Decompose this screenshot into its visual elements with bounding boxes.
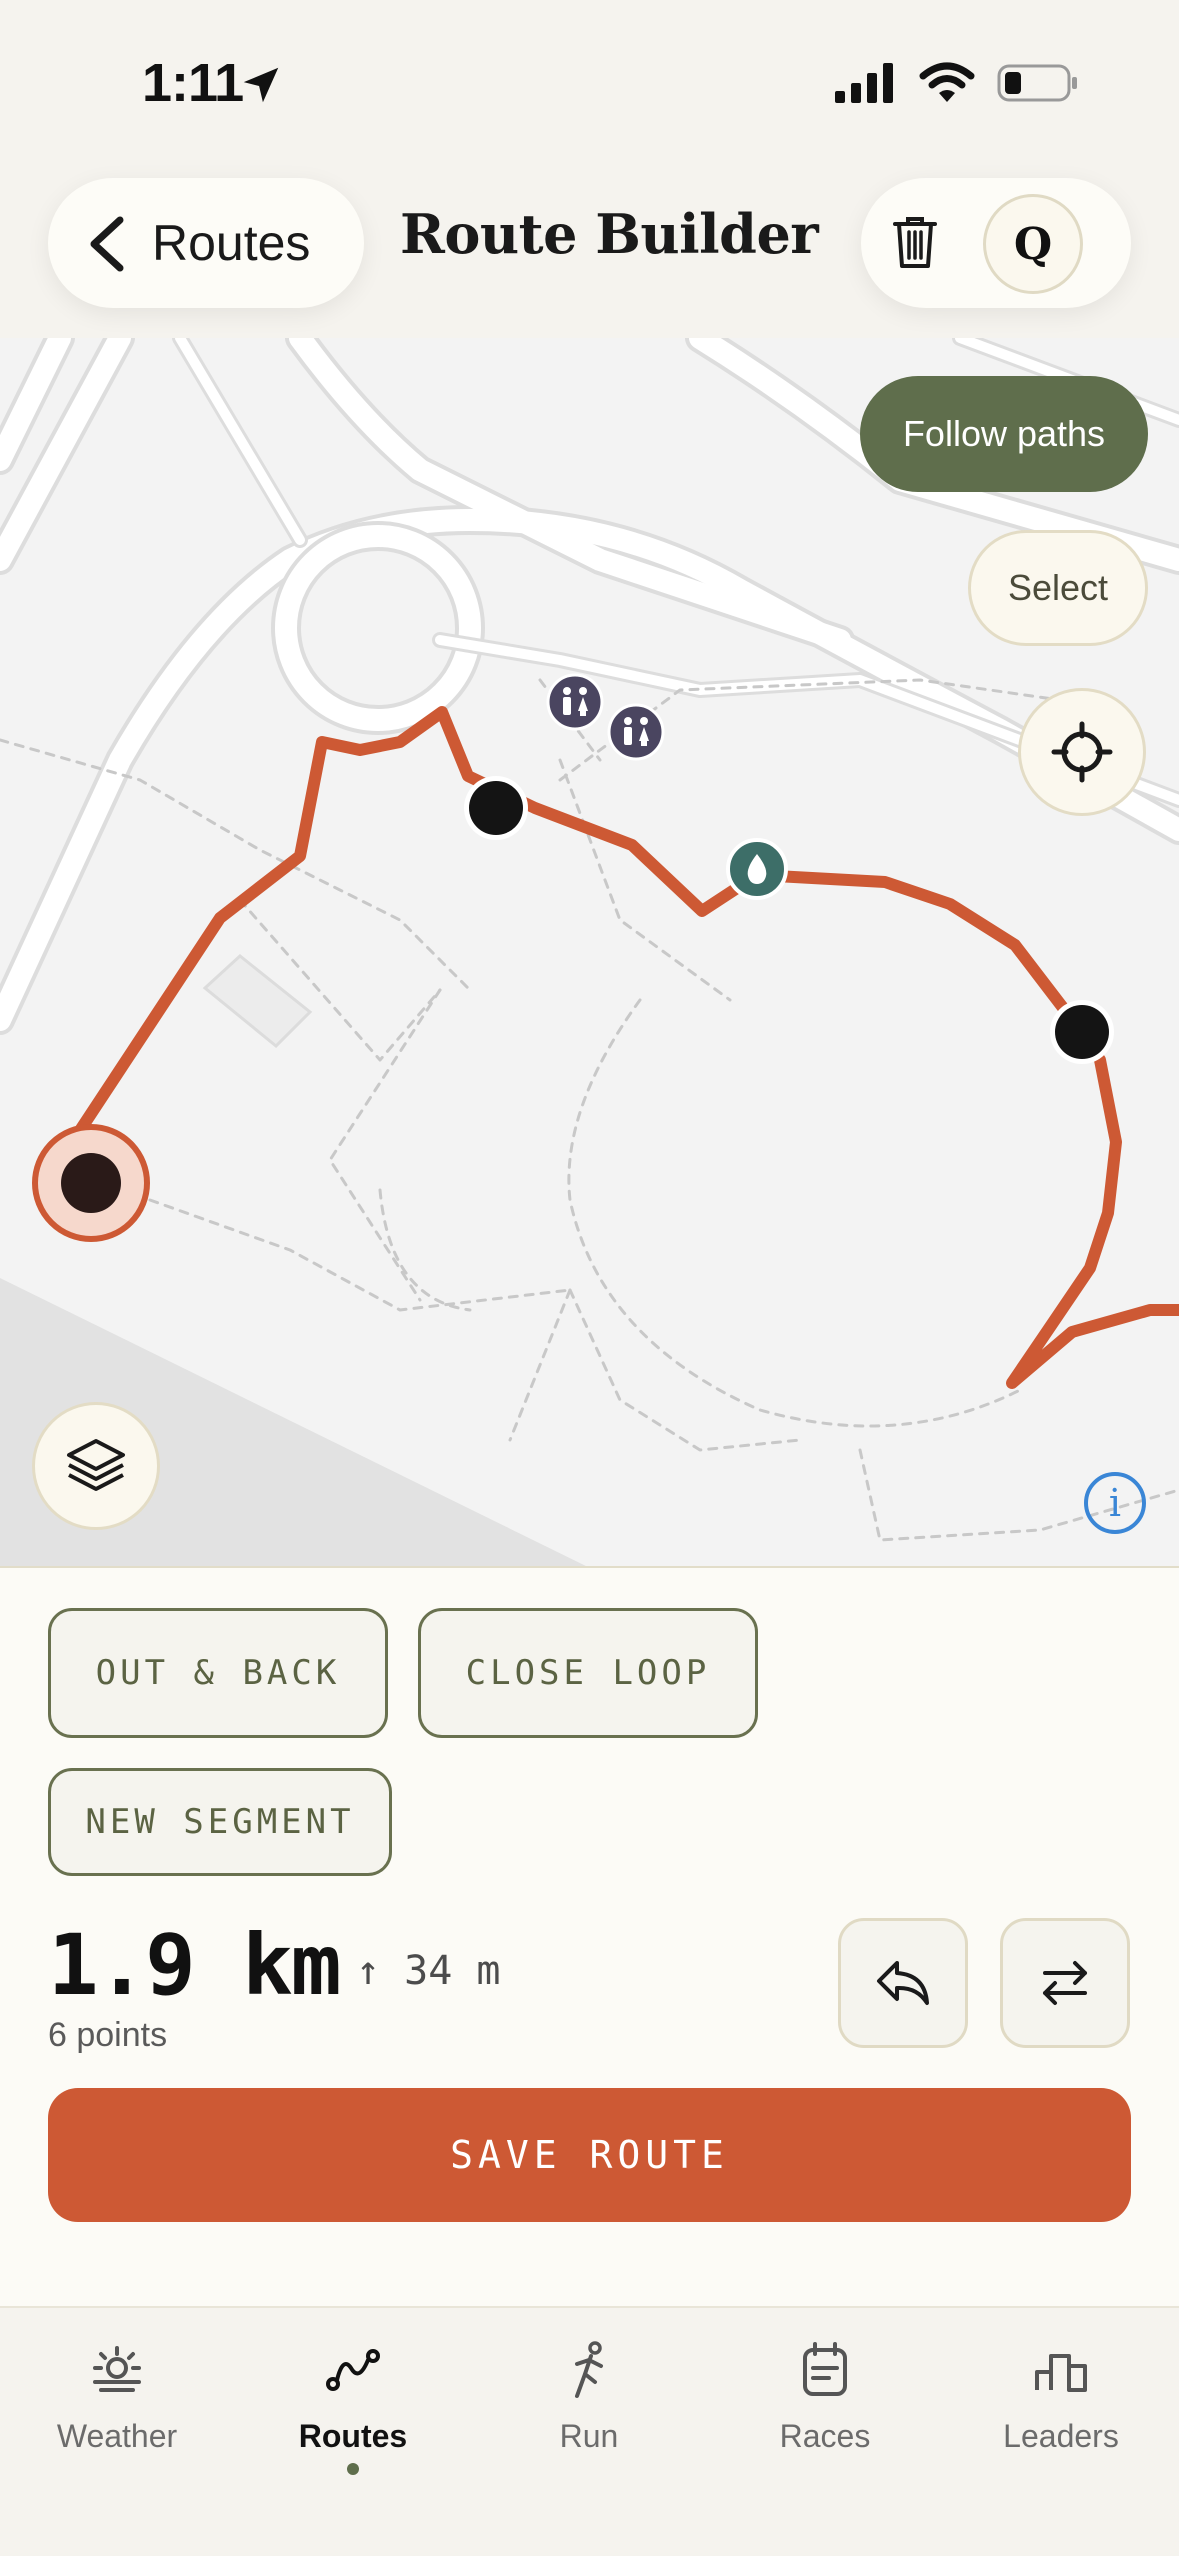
active-tab-indicator: [347, 2463, 359, 2475]
water-drop-icon[interactable]: [726, 838, 788, 900]
select-button[interactable]: Select: [968, 530, 1148, 646]
sun-horizon-icon: [93, 2346, 141, 2392]
tab-label: Routes: [298, 2418, 408, 2454]
tab-label: Races: [779, 2418, 871, 2454]
page-title: Route Builder: [400, 202, 819, 266]
tab-leaders[interactable]: Leaders: [961, 2338, 1161, 2508]
battery-icon: [997, 64, 1077, 102]
route-point-count: 6 points: [48, 2016, 168, 2054]
chevron-left-icon: [90, 216, 124, 272]
layers-icon: [67, 1439, 125, 1491]
route-elevation-gain: ↑ 34 m: [356, 1948, 501, 1994]
header-bar: Routes Route Builder Q: [0, 150, 1179, 340]
new-segment-button[interactable]: NEW SEGMENT: [48, 1768, 392, 1876]
cellular-signal-icon: [835, 63, 893, 103]
route-builder-screen: 1:11 Routes Route Builder Q Follow paths…: [0, 0, 1179, 2556]
status-time: 1:11: [142, 53, 244, 113]
save-route-button[interactable]: SAVE ROUTE: [48, 2088, 1131, 2222]
tab-run[interactable]: Run: [489, 2338, 689, 2508]
swap-arrows-icon: [1043, 1961, 1087, 2005]
route-controls-sheet: OUT & BACK CLOSE LOOP NEW SEGMENT 1.9 km…: [0, 1570, 1179, 2306]
map-layers-button[interactable]: [32, 1402, 160, 1530]
map-info-button[interactable]: i: [1084, 1472, 1146, 1534]
map-view[interactable]: Follow paths Select i: [0, 338, 1179, 1568]
tab-label: Weather: [56, 2418, 178, 2454]
tab-label: Leaders: [1003, 2418, 1119, 2454]
follow-paths-button[interactable]: Follow paths: [860, 376, 1148, 492]
leaderboard-icon: [1035, 2354, 1087, 2392]
undo-button[interactable]: [838, 1918, 968, 2048]
calendar-icon: [803, 2342, 847, 2396]
route-icon: [326, 2349, 380, 2391]
avatar[interactable]: Q: [983, 194, 1083, 294]
back-button[interactable]: Routes: [48, 178, 364, 308]
status-icons: [835, 62, 1079, 104]
tab-races[interactable]: Races: [725, 2338, 925, 2508]
tab-bar: Weather Routes Run Races Leaders: [0, 2306, 1179, 2556]
tab-routes[interactable]: Routes: [253, 2338, 453, 2508]
trash-icon: [893, 217, 937, 268]
crosshair-icon: [1051, 721, 1113, 783]
status-bar: 1:11: [0, 0, 1179, 170]
runner-icon: [575, 2341, 603, 2398]
restroom-icon[interactable]: [546, 673, 604, 731]
locate-me-button[interactable]: [1018, 688, 1146, 816]
undo-icon: [877, 1961, 929, 2005]
wifi-icon: [919, 62, 975, 102]
delete-route-button[interactable]: [875, 202, 955, 282]
back-label: Routes: [152, 215, 311, 271]
restroom-icon[interactable]: [607, 703, 665, 761]
out-and-back-button[interactable]: OUT & BACK: [48, 1608, 388, 1738]
header-actions: Q: [861, 178, 1131, 308]
route-line: [44, 706, 1179, 1389]
reverse-route-button[interactable]: [1000, 1918, 1130, 2048]
route-overlay: [32, 706, 1179, 1389]
location-arrow-icon: [243, 67, 279, 103]
close-loop-button[interactable]: CLOSE LOOP: [418, 1608, 758, 1738]
tab-weather[interactable]: Weather: [17, 2338, 217, 2508]
tab-label: Run: [559, 2418, 619, 2454]
route-distance: 1.9 km: [48, 1916, 341, 2014]
